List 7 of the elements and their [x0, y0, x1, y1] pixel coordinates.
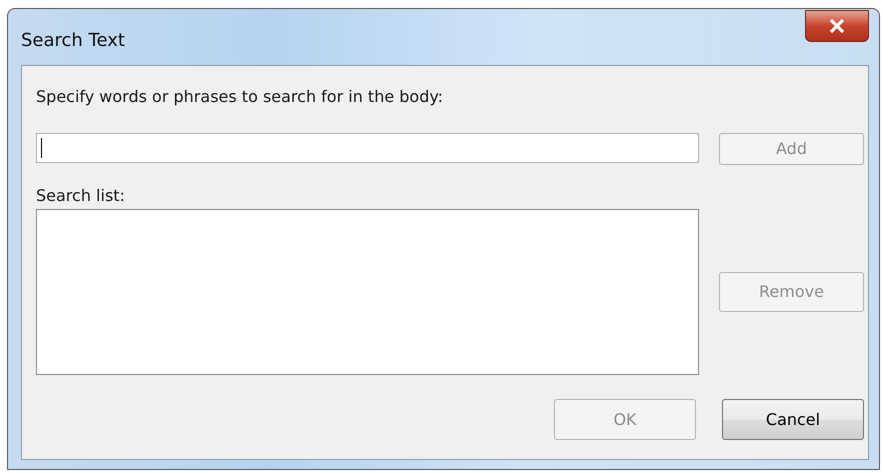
prompt-label: Specify words or phrases to search for in the body:: [36, 86, 444, 108]
dialog-button[interactable]: Cancel: [722, 399, 864, 440]
list-label: Search list:: [36, 185, 126, 207]
close-icon: [829, 18, 845, 32]
window-title: Search Text: [21, 28, 125, 52]
close-button[interactable]: [805, 10, 869, 42]
search-field[interactable]: [36, 133, 699, 163]
